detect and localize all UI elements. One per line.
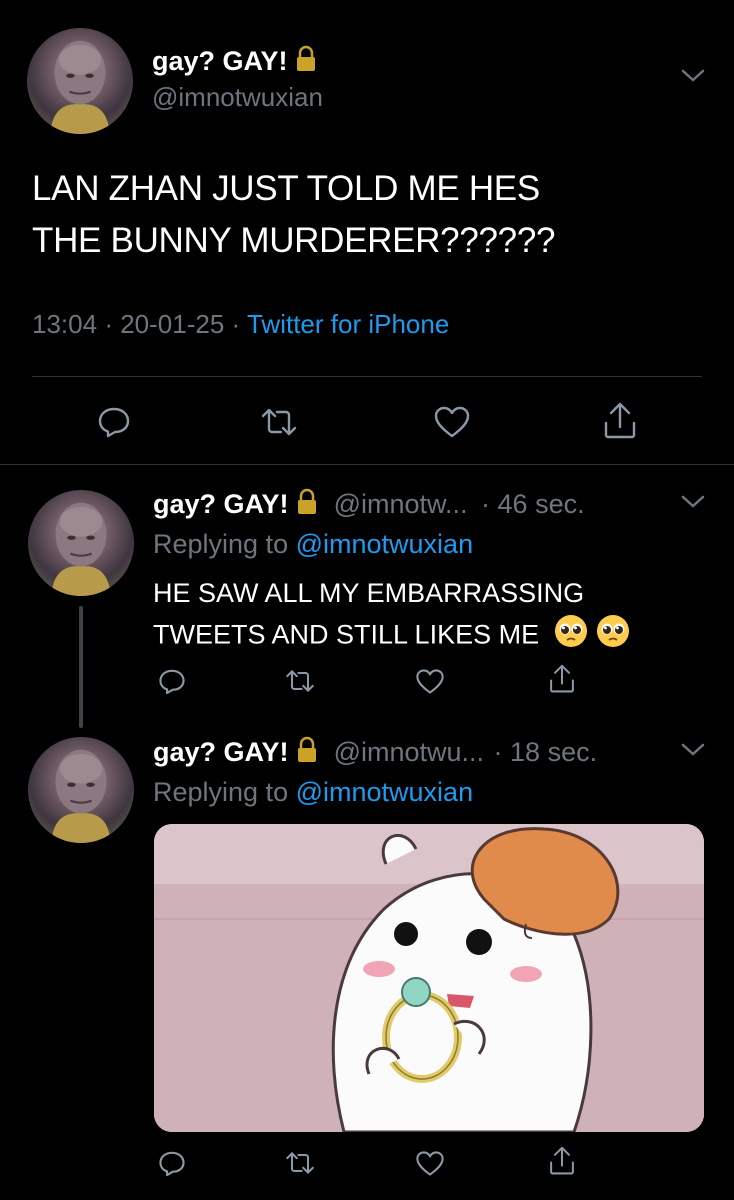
like-button[interactable] xyxy=(412,664,448,698)
display-name[interactable]: gay? GAY! xyxy=(153,737,289,767)
thanos-avatar-image xyxy=(50,40,110,134)
replying-to-handle-link[interactable]: @imnotwuxian xyxy=(296,777,473,807)
chevron-down-icon[interactable] xyxy=(680,493,706,511)
display-name[interactable]: gay? GAY! xyxy=(152,45,317,80)
thanos-avatar-image xyxy=(51,502,111,596)
retweet-icon xyxy=(286,1152,314,1174)
handle[interactable]: @imnotw... xyxy=(334,489,468,519)
avatar[interactable] xyxy=(28,490,134,596)
pleading-face-emoji xyxy=(553,613,589,660)
tweet-text: LAN ZHAN JUST TOLD ME HES THE BUNNY MURD… xyxy=(32,163,555,267)
like-button[interactable] xyxy=(430,402,474,442)
replying-to: Replying to @imnotwuxian xyxy=(153,776,473,808)
heart-icon xyxy=(434,406,470,438)
reply-text-line-2: TWEETS AND STILL LIKES ME xyxy=(153,613,631,660)
retweet-icon xyxy=(286,670,314,692)
retweet-button[interactable] xyxy=(280,1146,320,1180)
share-icon xyxy=(550,1146,574,1175)
heart-icon xyxy=(416,668,444,694)
reply-header: gay? GAY! @imnotwu... · 18 sec. xyxy=(153,736,597,771)
share-button[interactable] xyxy=(544,1142,580,1180)
reply-button[interactable] xyxy=(154,1146,190,1180)
share-icon xyxy=(604,402,636,439)
reply-icon xyxy=(159,669,185,694)
chevron-down-icon[interactable] xyxy=(680,741,706,759)
lock-icon xyxy=(296,488,318,523)
retweet-button[interactable] xyxy=(254,402,304,442)
reply-icon xyxy=(159,1151,185,1176)
like-button[interactable] xyxy=(412,1146,448,1180)
thread-line xyxy=(79,606,83,728)
handle[interactable]: @imnotwu... xyxy=(334,737,484,767)
share-button[interactable] xyxy=(544,660,580,698)
tweet-text-line-2: THE BUNNY MURDERER?????? xyxy=(32,221,556,260)
replying-to-label: Replying to xyxy=(153,777,289,807)
reply-text-line-1: HE SAW ALL MY EMBARRASSING xyxy=(153,578,585,608)
tweet-date: 20-01-25 xyxy=(120,309,225,339)
reply-text-line-2-text: TWEETS AND STILL LIKES ME xyxy=(153,619,540,650)
timestamp[interactable]: · 46 sec. xyxy=(481,489,585,519)
divider xyxy=(32,376,702,377)
reply-button[interactable] xyxy=(154,664,190,698)
retweet-button[interactable] xyxy=(280,664,320,698)
reply-text: HE SAW ALL MY EMBARRASSING TWEETS AND ST… xyxy=(153,573,631,660)
thanos-avatar-image xyxy=(51,749,111,843)
reply-button[interactable] xyxy=(92,402,136,442)
heart-icon xyxy=(416,1150,444,1176)
lock-icon xyxy=(295,45,317,80)
lock-icon xyxy=(296,736,318,771)
reply-icon xyxy=(98,407,130,438)
meta-separator: · xyxy=(104,309,113,339)
avatar[interactable] xyxy=(28,737,134,843)
share-button[interactable] xyxy=(598,398,642,444)
share-icon xyxy=(550,664,574,693)
replying-to-handle-link[interactable]: @imnotwuxian xyxy=(296,529,473,559)
pleading-face-emoji xyxy=(595,613,631,660)
meta-separator: · xyxy=(231,309,241,339)
chevron-down-icon[interactable] xyxy=(680,67,706,85)
tweet-source-link[interactable]: Twitter for iPhone xyxy=(247,309,449,339)
reply-header: gay? GAY! @imnotw... · 46 sec. xyxy=(153,488,585,523)
replying-to-label: Replying to xyxy=(153,529,289,559)
retweet-icon xyxy=(261,408,297,436)
display-name-text: gay? GAY! xyxy=(152,46,288,76)
hamster-ring-illustration xyxy=(154,824,704,1132)
divider xyxy=(0,464,734,465)
tweet-text-line-1: LAN ZHAN JUST TOLD ME HES xyxy=(32,169,540,208)
handle[interactable]: @imnotwuxian xyxy=(152,81,323,113)
display-name[interactable]: gay? GAY! xyxy=(153,489,289,519)
tweet-time: 13:04 xyxy=(32,309,98,339)
timestamp[interactable]: · 18 sec. xyxy=(494,737,598,767)
attached-image[interactable] xyxy=(154,824,704,1132)
replying-to: Replying to @imnotwuxian xyxy=(153,528,473,560)
tweet-meta: 13:04 · 20-01-25 · Twitter for iPhone xyxy=(32,308,449,340)
avatar[interactable] xyxy=(27,28,133,134)
